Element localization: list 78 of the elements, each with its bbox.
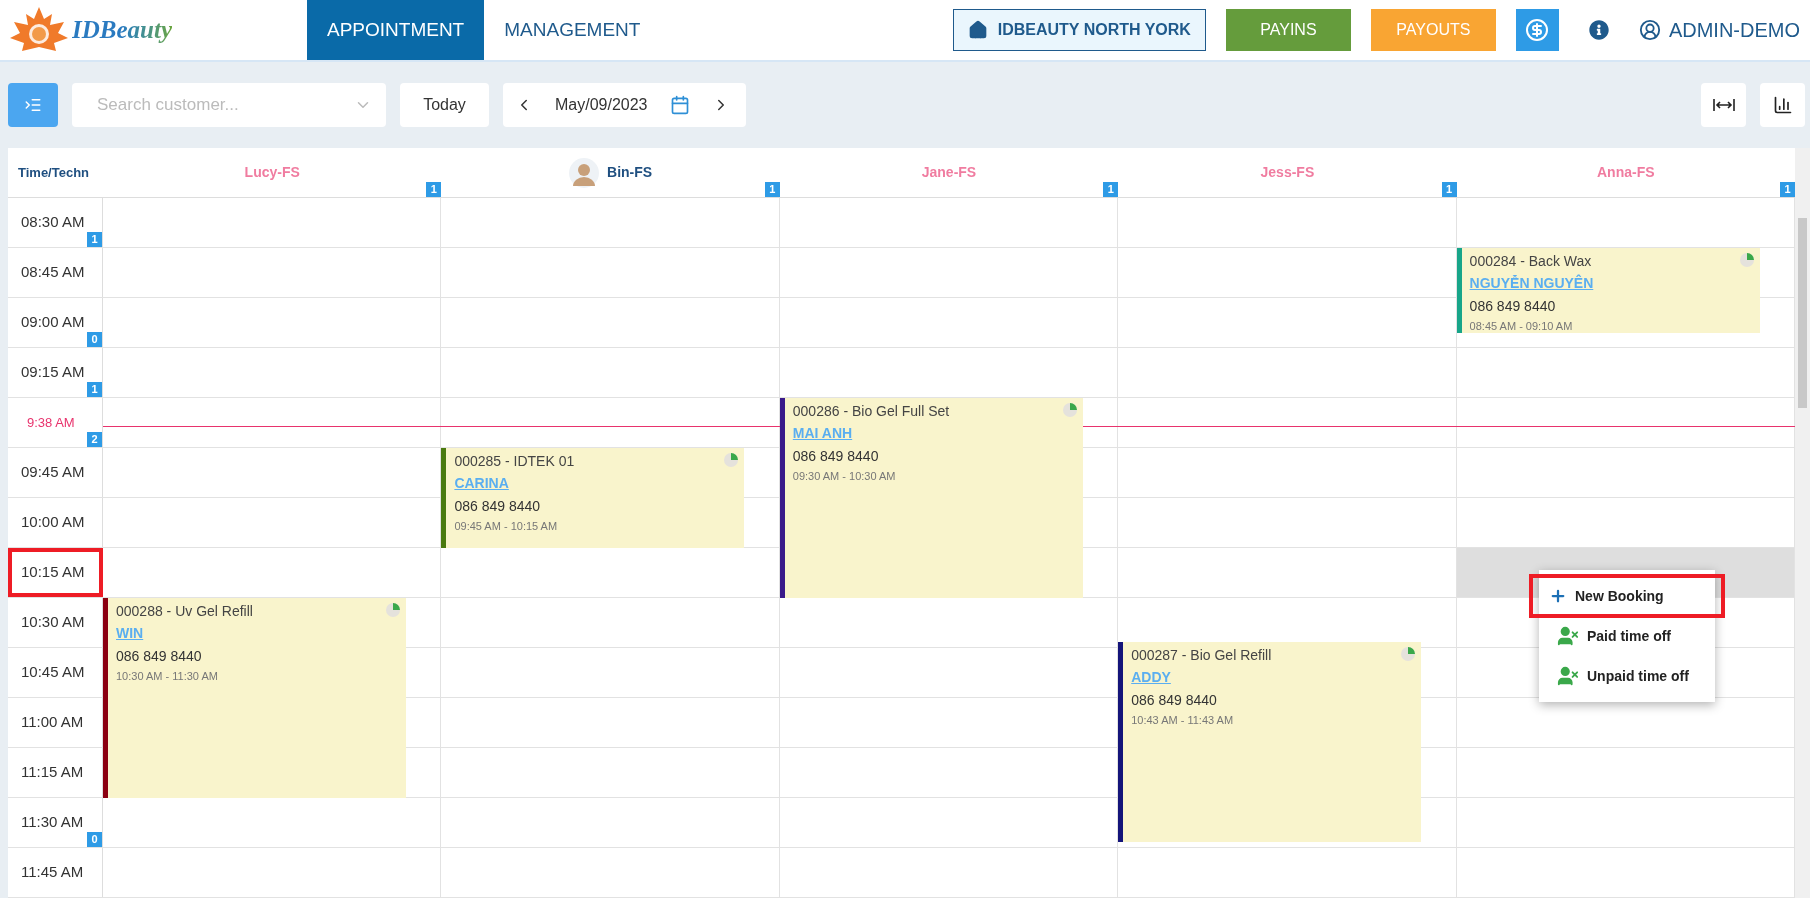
count-badge: 1 xyxy=(1103,182,1119,197)
count-badge: 1 xyxy=(426,182,442,197)
today-button[interactable]: Today xyxy=(400,83,489,127)
time-column-header: Time/Techn xyxy=(18,163,90,182)
appointment-card[interactable]: 000285 - IDTEK 01 CARINA 086 849 8440 09:45 AM - 10:15 AM xyxy=(441,448,745,548)
progress-pie-icon xyxy=(724,453,739,467)
time-slot-label-highlighted[interactable]: 10:15 AM xyxy=(8,548,103,597)
count-badge: 1 xyxy=(1441,182,1457,197)
fit-width-icon xyxy=(1712,98,1735,112)
time-slot-label[interactable]: 10:00 AM xyxy=(8,498,103,547)
user-icon[interactable] xyxy=(1638,19,1661,41)
appointment-card[interactable]: 000284 - Back Wax NGUYỄN NGUYÊN 086 849 8440 08:45 AM - 09:10 AM xyxy=(1456,248,1760,333)
technician-name: Jess-FS xyxy=(1260,163,1315,182)
menu-icon xyxy=(24,96,42,114)
count-badge: 0 xyxy=(87,832,102,847)
report-button[interactable] xyxy=(1760,83,1805,127)
currency-button[interactable] xyxy=(1515,9,1559,51)
menu-item[interactable]: Paid time off xyxy=(1539,616,1715,656)
appointment-title: 000286 - Bio Gel Full Set xyxy=(792,402,950,421)
nav-tab[interactable]: APPOINTMENT xyxy=(307,0,485,60)
search-field[interactable]: Search customer... xyxy=(72,83,386,127)
appointment-time: 10:43 AM - 11:43 AM xyxy=(1131,713,1235,728)
progress-pie-icon xyxy=(1739,253,1754,267)
plus-icon xyxy=(1549,587,1567,605)
count-badge: 1 xyxy=(87,232,102,247)
scrollbar[interactable] xyxy=(1795,148,1810,898)
bar-chart-icon xyxy=(1772,95,1793,115)
count-badge: 2 xyxy=(87,432,102,447)
appointment-time: 10:30 AM - 11:30 AM xyxy=(116,669,219,684)
appointment-title: 000287 - Bio Gel Refill xyxy=(1131,646,1272,665)
progress-pie-icon xyxy=(1401,647,1416,661)
appointment-title: 000288 - Uv Gel Refill xyxy=(116,602,253,621)
appointment-title: 000285 - IDTEK 01 xyxy=(454,452,575,471)
count-badge: 1 xyxy=(87,382,102,397)
time-slot-label[interactable]: 9:38 AM 2 xyxy=(8,398,103,447)
appointment-card[interactable]: 000287 - Bio Gel Refill ADDY 086 849 8440 10:43 AM - 11:43 AM xyxy=(1118,642,1422,842)
technician-name: Lucy-FS xyxy=(244,163,300,182)
sidebar-toggle-button[interactable] xyxy=(8,83,58,127)
user-name[interactable]: ADMIN-DEMO xyxy=(1668,15,1800,45)
time-slot-label[interactable]: 09:45 AM xyxy=(8,448,103,497)
customer-phone: 086 849 8440 xyxy=(454,497,542,516)
count-badge: 1 xyxy=(764,182,780,197)
progress-pie-icon xyxy=(1062,403,1077,417)
technician-name: Jane-FS xyxy=(921,163,977,182)
progress-pie-icon xyxy=(386,603,400,617)
person-remove-icon xyxy=(1557,625,1579,647)
customer-phone: 086 849 8440 xyxy=(1131,691,1218,710)
technician-name: Anna-FS xyxy=(1597,163,1655,182)
info-icon[interactable] xyxy=(1588,20,1609,40)
appointment-time: 09:45 AM - 10:15 AM xyxy=(454,519,559,534)
menu-item[interactable]: Unpaid time off xyxy=(1539,656,1715,696)
appointment-title: 000284 - Back Wax xyxy=(1469,252,1592,271)
time-slot-label[interactable]: 08:30 AM 1 xyxy=(8,198,103,247)
appointment-card[interactable]: 000288 - Uv Gel Refill WIN 086 849 8440 10:30 AM - 11:30 AM xyxy=(103,598,406,798)
technician-name: Bin-FS xyxy=(607,163,653,182)
appointment-time: 09:30 AM - 10:30 AM xyxy=(792,469,897,484)
home-icon xyxy=(967,20,988,40)
time-slot-label[interactable]: 08:45 AM xyxy=(8,248,103,297)
appointment-card[interactable]: 000286 - Bio Gel Full Set MAI ANH 086 849 8440 09:30 AM - 10:30 AM xyxy=(779,398,1083,598)
person-remove-icon xyxy=(1557,665,1579,687)
location-button[interactable]: IDBEAUTY NORTH YORK xyxy=(952,9,1206,51)
date-picker[interactable]: May/09/2023 xyxy=(503,83,746,127)
count-badge: 1 xyxy=(1780,182,1795,197)
count-badge: 0 xyxy=(87,332,102,347)
fit-width-button[interactable] xyxy=(1701,83,1746,127)
time-slot-label[interactable]: 09:15 AM 1 xyxy=(8,348,103,397)
menu-item[interactable]: New Booking xyxy=(1531,576,1723,616)
time-slot-label[interactable]: 11:45 AM xyxy=(8,848,103,897)
customer-phone: 086 849 8440 xyxy=(792,447,880,466)
customer-phone: 086 849 8440 xyxy=(1469,297,1557,316)
date-value: May/09/2023 xyxy=(555,95,648,115)
time-slot-label[interactable]: 11:30 AM 0 xyxy=(8,798,103,847)
time-slot-label[interactable]: 09:00 AM 0 xyxy=(8,298,103,347)
calendar-icon[interactable] xyxy=(669,95,690,115)
appointment-time: 08:45 AM - 09:10 AM xyxy=(1469,319,1574,334)
dollar-icon xyxy=(1525,18,1550,42)
avatar-icon xyxy=(569,157,600,188)
customer-phone: 086 849 8440 xyxy=(116,647,203,666)
